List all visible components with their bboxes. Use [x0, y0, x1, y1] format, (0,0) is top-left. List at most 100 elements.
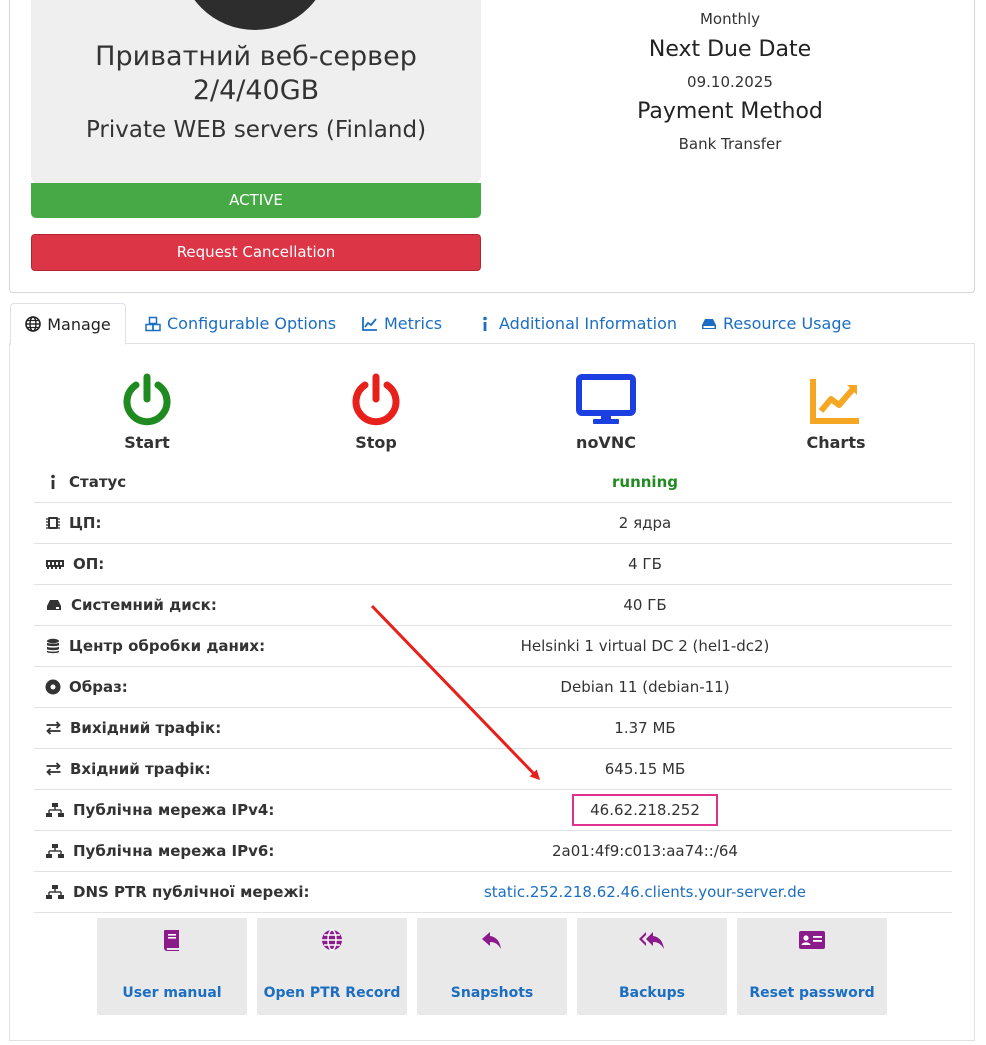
hdd-icon	[47, 600, 61, 610]
tab-resource-usage[interactable]: Resource Usage	[701, 303, 851, 344]
network-icon	[46, 803, 64, 817]
product-logo	[179, 0, 331, 30]
detail-label: Вхідний трафік:	[70, 760, 211, 778]
detail-row-cpu: ЦП: 2 ядра	[34, 503, 952, 544]
detail-value: 2 ядра	[618, 514, 672, 532]
detail-value: Debian 11 (debian-11)	[560, 678, 730, 696]
network-icon	[46, 885, 64, 899]
payment-method-value: Bank Transfer	[678, 135, 782, 153]
user-manual-button[interactable]: User manual	[97, 918, 247, 1015]
info-icon	[51, 474, 55, 489]
cpu-icon	[46, 517, 60, 529]
novnc-button[interactable]: noVNC	[516, 373, 696, 452]
product-group: Private WEB servers (Finland)	[85, 117, 427, 143]
tab-configurable-options[interactable]: Configurable Options	[145, 303, 336, 344]
manage-panel: Start Stop noVNC Charts Статус running Ц…	[9, 343, 975, 1041]
network-icon	[46, 844, 64, 858]
tab-manage[interactable]: Manage	[10, 303, 126, 345]
exchange-icon	[46, 762, 61, 776]
tab-manage-label: Manage	[47, 314, 111, 334]
product-name-line1: Приватний веб-сервер	[95, 41, 417, 72]
detail-value: 46.62.218.252	[334, 794, 956, 826]
detail-value: 40 ГБ	[623, 596, 667, 614]
next-due-label: Next Due Date	[648, 37, 812, 62]
detail-row-system-disk: Системний диск: 40 ГБ	[34, 585, 952, 626]
detail-label: Центр обробки даних:	[69, 637, 266, 655]
tab-bar: Manage Configurable Options Metrics Addi…	[9, 303, 975, 345]
novnc-label: noVNC	[576, 433, 636, 452]
detail-label: Вихідний трафік:	[70, 719, 222, 737]
exchange-icon	[46, 721, 61, 735]
detail-row-incoming-traffic: Вхідний трафік: 645.15 МБ	[34, 749, 952, 790]
tab-additional-information[interactable]: Additional Information	[477, 303, 677, 344]
snapshots-button[interactable]: Snapshots	[417, 918, 567, 1015]
charts-label: Charts	[806, 433, 866, 452]
detail-row-memory: ОП: 4 ГБ	[34, 544, 952, 585]
detail-value: 2a01:4f9:c013:aa74::/64	[552, 842, 738, 860]
reply-all-icon	[639, 932, 664, 949]
request-cancellation-button[interactable]: Request Cancellation	[31, 234, 481, 271]
power-icon	[352, 373, 400, 426]
dns-ptr-link[interactable]: static.252.218.62.46.clients.your-server…	[334, 883, 956, 901]
database-icon	[47, 638, 59, 654]
detail-row-ipv4: Публічна мережа IPv4: 46.62.218.252	[34, 790, 952, 831]
memory-icon	[46, 560, 64, 569]
product-name-line2: 2/4/40GB	[192, 75, 320, 106]
area-chart-icon	[810, 379, 859, 424]
tab-configurable-options-label: Configurable Options	[167, 314, 337, 333]
cubes-icon	[145, 316, 161, 331]
tab-metrics[interactable]: Metrics	[362, 303, 442, 344]
disc-icon	[45, 679, 61, 695]
detail-label: Публічна мережа IPv4:	[73, 801, 275, 819]
book-icon	[164, 930, 179, 951]
detail-row-outgoing-traffic: Вихідний трафік: 1.37 МБ	[34, 708, 952, 749]
action-buttons: User manual Open PTR Record Snapshots Ba…	[97, 918, 897, 1015]
start-button[interactable]: Start	[57, 373, 237, 452]
detail-value: Helsinki 1 virtual DC 2 (hel1-dc2)	[520, 637, 770, 655]
detail-label: Образ:	[69, 678, 128, 696]
detail-label: DNS PTR публічної мережі:	[73, 883, 310, 901]
globe-icon	[25, 316, 42, 332]
reset-password-button[interactable]: Reset password	[737, 918, 887, 1015]
detail-row-image: Образ: Debian 11 (debian-11)	[34, 667, 952, 708]
detail-row-dns-ptr: DNS PTR публічної мережі: static.252.218…	[34, 872, 952, 913]
billing-info: Monthly Next Due Date 09.10.2025 Payment…	[570, 10, 890, 156]
detail-value: 645.15 МБ	[604, 760, 686, 778]
snapshots-label: Snapshots	[450, 985, 534, 1001]
backups-button[interactable]: Backups	[577, 918, 727, 1015]
stop-button[interactable]: Stop	[286, 373, 466, 452]
backups-label: Backups	[618, 985, 686, 1001]
detail-label: Системний диск:	[71, 596, 217, 614]
detail-value: running	[612, 473, 678, 491]
info-icon	[483, 316, 487, 331]
hdd-icon	[702, 318, 716, 329]
user-manual-label: User manual	[122, 985, 222, 1001]
ipv4-address[interactable]: 46.62.218.252	[572, 794, 718, 826]
product-name: Приватний веб-сервер 2/4/40GB	[31, 40, 481, 108]
tab-resource-usage-label: Resource Usage	[723, 314, 852, 333]
detail-label: ЦП:	[69, 514, 102, 532]
reply-icon	[482, 932, 501, 949]
detail-label: Публічна мережа IPv6:	[73, 842, 275, 860]
reset-password-label: Reset password	[749, 985, 875, 1001]
detail-value: 1.37 МБ	[614, 719, 676, 737]
open-ptr-record-button[interactable]: Open PTR Record	[257, 918, 407, 1015]
detail-row-ipv6: Публічна мережа IPv6: 2a01:4f9:c013:aa74…	[34, 831, 952, 872]
start-label: Start	[124, 433, 170, 452]
detail-row-datacenter: Центр обробки даних: Helsinki 1 virtual …	[34, 626, 952, 667]
product-card: Приватний веб-сервер 2/4/40GB Private WE…	[31, 0, 481, 185]
tab-additional-information-label: Additional Information	[499, 314, 678, 333]
payment-method-label: Payment Method	[637, 99, 823, 124]
detail-label: ОП:	[73, 555, 105, 573]
open-ptr-record-label: Open PTR Record	[263, 985, 401, 1001]
power-icon	[123, 373, 171, 426]
line-chart-icon	[362, 316, 377, 331]
detail-row-status: Статус running	[34, 462, 952, 503]
next-due-value: 09.10.2025	[687, 73, 773, 91]
status-badge: ACTIVE	[31, 183, 481, 218]
monitor-icon	[576, 374, 636, 424]
tab-metrics-label: Metrics	[384, 314, 443, 333]
charts-button[interactable]: Charts	[746, 373, 926, 452]
product-panel: Приватний веб-сервер 2/4/40GB Private WE…	[9, 0, 975, 293]
stop-label: Stop	[355, 433, 397, 452]
